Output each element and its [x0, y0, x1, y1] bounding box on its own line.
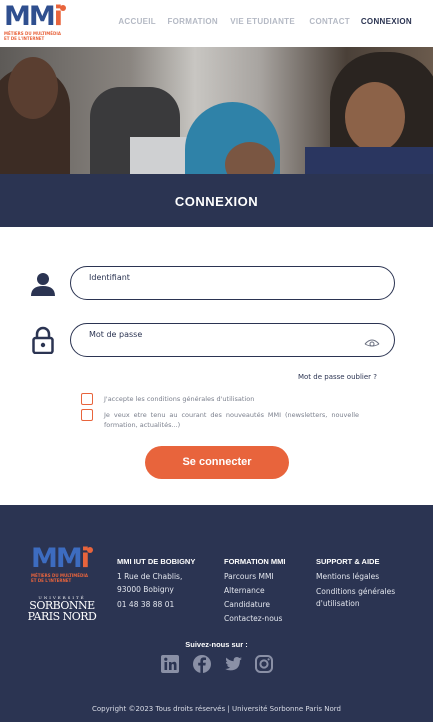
footer-address-line1: 1 Rue de Chablis, — [117, 572, 183, 581]
footer-link-alternance[interactable]: Alternance — [224, 586, 265, 595]
nav-formation[interactable]: FORMATION — [167, 17, 218, 26]
terms-checkbox[interactable] — [81, 393, 93, 405]
footer-address-line2: 93000 Bobigny — [117, 585, 174, 594]
follow-us-title: Suivez-nous sur : — [185, 640, 248, 649]
mmi-logo[interactable]: MMi MÉTIERS DU MULTIMÉDIA ET DE L'INTERN… — [4, 1, 66, 42]
username-label: Identifiant — [89, 273, 130, 282]
footer-logo-text: MMi — [31, 543, 90, 574]
footer-col-iut-title: MMI IUT DE BOBIGNY — [117, 557, 196, 566]
newsletter-checkbox[interactable] — [81, 409, 93, 421]
logo-text: MMi — [4, 1, 63, 32]
forgot-password-link[interactable]: Mot de passe oublier ? — [298, 373, 377, 381]
footer-link-conditions-2[interactable]: d'utilisation — [316, 599, 360, 608]
site-header: MMi MÉTIERS DU MULTIMÉDIA ET DE L'INTERN… — [0, 0, 433, 47]
footer-link-parcours[interactable]: Parcours MMI — [224, 572, 274, 581]
instagram-icon[interactable] — [254, 654, 274, 674]
logo-dot — [60, 5, 66, 11]
footer-mmi-logo[interactable]: MMi MÉTIERS DU MULTIMÉDIA ET DE L'INTERN… — [31, 543, 93, 584]
page-title: CONNEXION — [174, 194, 259, 209]
nav-vie-etudiante[interactable]: VIE ETUDIANTE — [230, 17, 295, 26]
site-footer: MMi MÉTIERS DU MULTIMÉDIA ET DE L'INTERN… — [0, 505, 433, 722]
nav-contact[interactable]: CONTACT — [309, 17, 350, 26]
logo-tagline: MÉTIERS DU MULTIMÉDIA ET DE L'INTERNET — [4, 31, 61, 41]
nav-connexion[interactable]: CONNEXION — [361, 17, 412, 26]
hero-person-right-face — [345, 82, 405, 152]
footer-link-conditions[interactable]: Conditions générales — [316, 587, 395, 596]
footer-col-formation-title: FORMATION MMI — [224, 557, 286, 566]
facebook-icon[interactable] — [192, 654, 212, 674]
copyright-text: Copyright ©2023 Tous droits réservés | U… — [92, 705, 341, 713]
sorbonne-logo[interactable]: UNIVERSITÉ SORBONNE PARIS NORD — [24, 595, 100, 622]
login-button[interactable]: Se connecter — [145, 446, 289, 479]
hero-person-right-shirt — [305, 147, 433, 174]
eye-icon[interactable] — [364, 335, 380, 347]
footer-logo-dot — [87, 547, 93, 553]
footer-phone[interactable]: 01 48 38 88 01 — [117, 600, 174, 609]
footer-link-candidature[interactable]: Candidature — [224, 600, 270, 609]
user-icon — [30, 271, 56, 297]
nav-accueil[interactable]: ACCUEIL — [118, 17, 156, 26]
footer-col-support-title: SUPPORT & AIDE — [316, 557, 380, 566]
footer-logo-tagline: MÉTIERS DU MULTIMÉDIA ET DE L'INTERNET — [31, 573, 88, 583]
password-field[interactable]: Mot de passe — [70, 323, 395, 357]
twitter-icon[interactable] — [223, 654, 243, 674]
hero-person-left-face — [8, 57, 58, 119]
linkedin-icon[interactable] — [160, 654, 180, 674]
newsletter-label: Je veux etre tenu au courant des nouveau… — [104, 411, 359, 429]
connexion-banner: CONNEXION — [0, 174, 433, 227]
footer-link-mentions[interactable]: Mentions légales — [316, 572, 379, 581]
footer-link-contact[interactable]: Contactez-nous — [224, 614, 282, 623]
terms-label: J'accepte les conditions générales d'uti… — [104, 395, 255, 403]
hero-image — [0, 47, 433, 174]
username-field[interactable]: Identifiant — [70, 266, 395, 300]
lock-icon — [32, 326, 54, 355]
password-label: Mot de passe — [89, 330, 143, 339]
